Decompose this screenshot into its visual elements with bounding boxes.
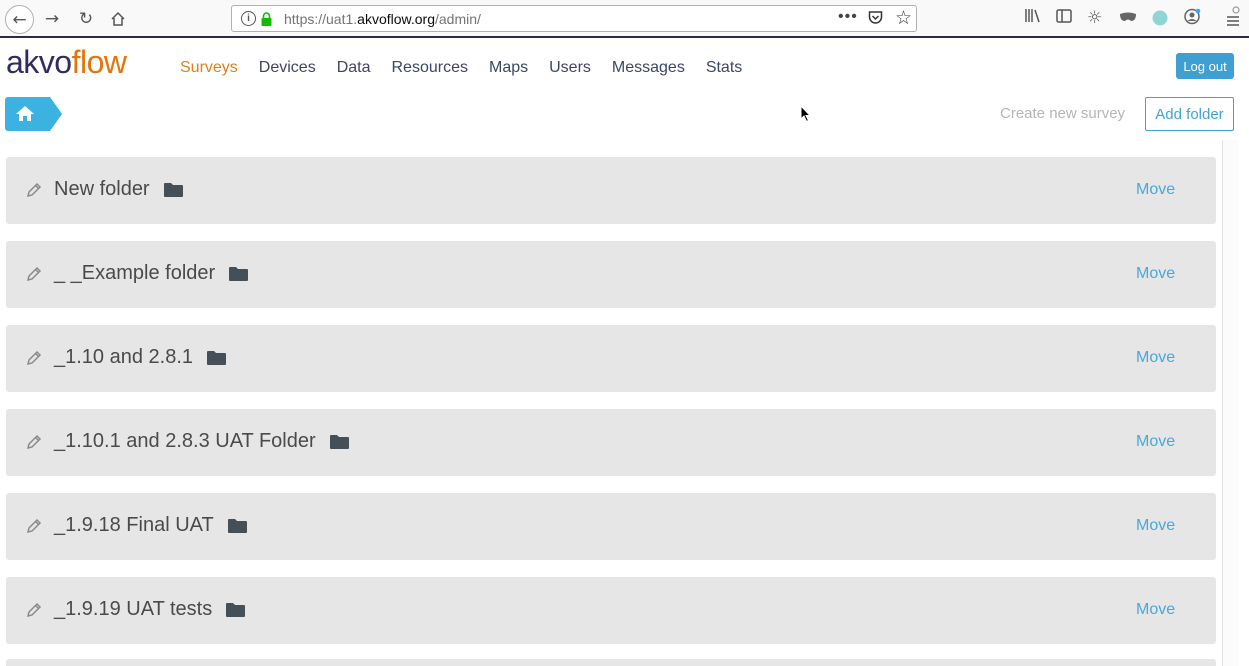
nav-data[interactable]: Data [337, 59, 371, 77]
mouse-cursor-icon [800, 105, 812, 123]
nav-stats[interactable]: Stats [706, 59, 742, 77]
move-button[interactable]: Move [1136, 265, 1175, 283]
address-bar[interactable]: i https://uat1.akvoflow.org/admin/ ••• ☆ [231, 5, 917, 32]
create-new-survey-button[interactable]: Create new survey [1000, 105, 1125, 122]
browser-toolbar: ← → ↻ i https://uat1.akvoflow.org/admin/… [0, 0, 1249, 38]
move-button[interactable]: Move [1136, 517, 1175, 535]
folder-name[interactable]: _1.10 and 2.8.1 [54, 346, 193, 369]
reload-button[interactable]: ↻ [72, 5, 100, 33]
folder-icon [207, 350, 227, 365]
move-button[interactable]: Move [1136, 349, 1175, 367]
add-folder-button[interactable]: Add folder [1145, 97, 1234, 131]
reload-icon: ↻ [78, 9, 94, 29]
folder-row[interactable]: New folder Move [6, 157, 1216, 224]
account-icon[interactable] [1184, 8, 1201, 30]
pocket-icon[interactable] [868, 10, 883, 25]
nav-users[interactable]: Users [549, 59, 591, 77]
move-button[interactable]: Move [1136, 181, 1175, 199]
breadcrumb-home[interactable] [5, 97, 63, 131]
pencil-icon[interactable] [26, 266, 42, 282]
folder-name[interactable]: _ _Example folder [54, 262, 215, 285]
lock-icon [261, 12, 272, 26]
folder-name[interactable]: _1.9.18 Final UAT [54, 514, 214, 537]
move-button[interactable]: Move [1136, 601, 1175, 619]
folder-icon [329, 434, 349, 449]
folder-name[interactable]: _1.10.1 and 2.8.3 UAT Folder [54, 430, 316, 453]
pencil-icon[interactable] [26, 602, 42, 618]
info-icon[interactable]: i [241, 11, 256, 26]
folder-list: New folder Move _ _Example folder Move _… [6, 157, 1216, 661]
scrollbar[interactable] [1222, 140, 1239, 666]
folder-row-partial[interactable] [6, 659, 1216, 666]
forward-icon: → [44, 9, 60, 29]
folder-icon [229, 266, 249, 281]
folder-row[interactable]: _ _Example folder Move [6, 241, 1216, 308]
forward-button[interactable]: → [38, 5, 66, 33]
move-button[interactable]: Move [1136, 433, 1175, 451]
url-text: https://uat1.akvoflow.org/admin/ [284, 11, 481, 27]
nav-devices[interactable]: Devices [259, 59, 316, 77]
pencil-icon[interactable] [26, 182, 42, 198]
nav-surveys[interactable]: Surveys [180, 59, 238, 77]
library-icon[interactable] [1024, 8, 1041, 28]
nav-messages[interactable]: Messages [612, 59, 685, 77]
home-icon [111, 11, 125, 26]
home-button[interactable] [104, 5, 132, 33]
akvoflow-logo[interactable]: akvoflow [6, 44, 127, 81]
nav-maps[interactable]: Maps [489, 59, 528, 77]
sidebar-icon[interactable] [1056, 8, 1072, 28]
folder-name[interactable]: _1.9.19 UAT tests [54, 598, 212, 621]
folder-row[interactable]: _1.9.19 UAT tests Move [6, 577, 1216, 644]
logout-button[interactable]: Log out [1176, 53, 1234, 79]
pencil-icon[interactable] [26, 350, 42, 366]
folder-row[interactable]: _1.10.1 and 2.8.3 UAT Folder Move [6, 409, 1216, 476]
folder-row[interactable]: _1.10 and 2.8.1 Move [6, 325, 1216, 392]
folder-icon [226, 602, 246, 617]
folder-row[interactable]: _1.9.18 Final UAT Move [6, 493, 1216, 560]
avatar-icon[interactable] [1152, 10, 1168, 31]
folder-icon [227, 518, 247, 533]
folder-name[interactable]: New folder [54, 178, 150, 201]
mask-icon[interactable] [1119, 8, 1137, 28]
page-actions-icon[interactable]: ••• [838, 8, 858, 26]
star-icon[interactable]: ☆ [895, 7, 912, 29]
settings-icon[interactable]: ☼ [1087, 8, 1102, 28]
pencil-icon[interactable] [26, 518, 42, 534]
main-nav: Surveys Devices Data Resources Maps User… [180, 59, 763, 77]
pencil-icon[interactable] [26, 434, 42, 450]
back-button[interactable]: ← [5, 5, 34, 34]
menu-icon[interactable] [1226, 6, 1240, 33]
folder-icon [163, 182, 183, 197]
back-icon: ← [12, 9, 27, 30]
nav-resources[interactable]: Resources [392, 59, 468, 77]
